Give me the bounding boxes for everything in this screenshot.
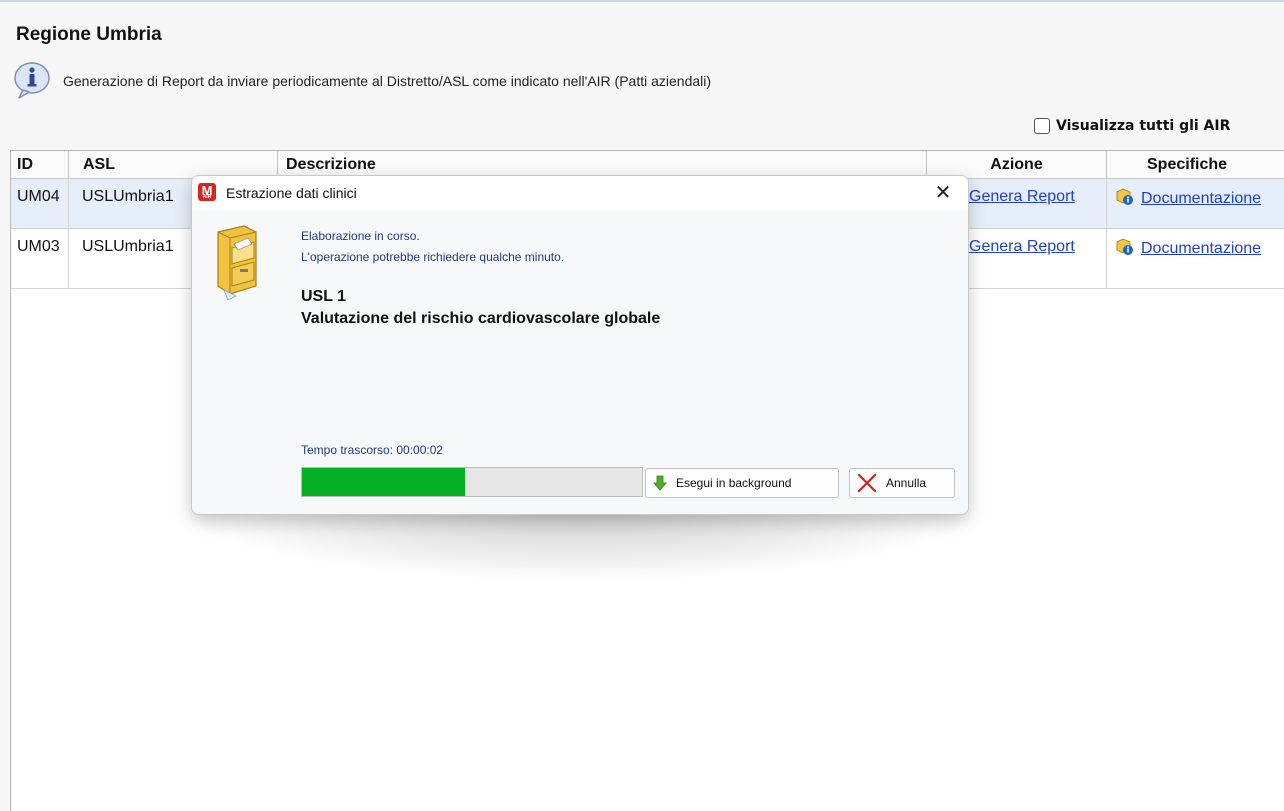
cancel-button[interactable]: Annulla (849, 468, 955, 498)
run-in-background-button[interactable]: Esegui in background (645, 468, 839, 498)
file-cabinet-icon (217, 225, 257, 300)
row2-genera-report-link[interactable]: Genera Report (969, 238, 1075, 255)
app-logo-icon: M AIR (198, 183, 216, 201)
progress-fill (302, 468, 466, 496)
page-subtitle: Generazione di Report da inviare periodi… (63, 73, 712, 89)
app-logo-caption: AIR (202, 194, 212, 200)
close-icon[interactable]: ✕ (932, 182, 954, 204)
show-all-checkbox[interactable] (1034, 118, 1050, 134)
documentation-icon (1116, 238, 1133, 255)
status-hint: L'operazione potrebbe richiedere qualche… (301, 250, 565, 264)
cancel-label: Annulla (886, 476, 927, 490)
row1-specifiche: Documentazione (1107, 179, 1284, 229)
elapsed-time: Tempo trascorso: 00:00:02 (301, 443, 444, 457)
row2-id: UM03 (11, 229, 69, 289)
dialog-titlebar[interactable]: M AIR Estrazione dati clinici ✕ (192, 176, 968, 210)
col-header-id[interactable]: ID (11, 151, 69, 179)
page-title: Regione Umbria (16, 24, 162, 45)
run-in-background-label: Esegui in background (676, 476, 792, 490)
progress-bar (301, 467, 643, 497)
extraction-dialog: M AIR Estrazione dati clinici ✕ Elaboraz… (191, 175, 969, 515)
show-all-label: Visualizza tutti gli AIR (1056, 118, 1231, 134)
top-border (0, 0, 1284, 2)
show-all-air-toggle[interactable]: Visualizza tutti gli AIR (1034, 118, 1230, 134)
col-header-specifiche[interactable]: Specifiche (1107, 151, 1284, 179)
row1-id: UM04 (11, 179, 69, 229)
arrow-down-icon (653, 475, 667, 491)
report-asl: USL 1 (301, 288, 347, 305)
row2-documentazione-link[interactable]: Documentazione (1141, 240, 1261, 257)
row1-genera-report-link[interactable]: Genera Report (969, 188, 1075, 205)
documentation-icon (1116, 188, 1133, 205)
info-icon (14, 62, 50, 99)
status-message: Elaborazione in corso. (301, 229, 420, 243)
row1-documentazione-link[interactable]: Documentazione (1141, 190, 1261, 207)
red-x-icon (857, 474, 877, 492)
dialog-title: Estrazione dati clinici (226, 185, 357, 201)
row2-specifiche: Documentazione (1107, 229, 1284, 289)
report-name: Valutazione del rischio cardiovascolare … (301, 310, 661, 327)
dialog-body: Elaborazione in corso. L'operazione potr… (192, 210, 968, 514)
